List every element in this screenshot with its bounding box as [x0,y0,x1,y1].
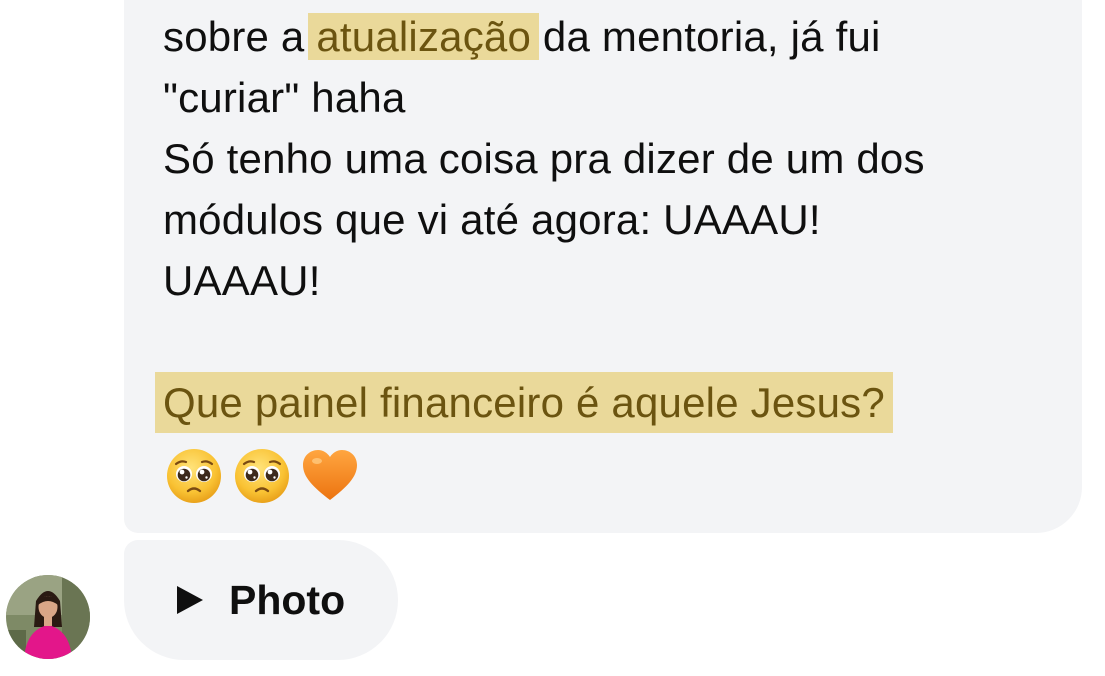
pleading-face-emoji [167,449,221,503]
avatar-image [6,575,90,659]
message-line-1-suffix: da mentoria, já fui [531,13,881,60]
message-line-5: UAAAU! [163,257,321,304]
message-line-2: "curiar" haha [163,74,406,121]
message-line-6: Que painel financeiro é aquele Jesus? [155,372,925,433]
message-text: sobre a atualização da mentoria, já fui … [155,6,925,433]
pleading-face-emoji [235,449,289,503]
play-icon [177,586,203,614]
message-line-1-prefix: sobre a [163,13,317,60]
search-highlight-sentence: Que painel financeiro é aquele Jesus? [155,372,893,433]
message-line-3: Só tenho uma coisa pra dizer de um dos [163,135,925,182]
avatar[interactable] [6,575,90,659]
photo-label: Photo [229,577,346,623]
chat-view: sobre a atualização da mentoria, já fui … [0,0,1105,676]
message-line-1: sobre a atualização da mentoria, já fui [163,6,925,67]
photo-attachment-bubble[interactable]: Photo [124,540,398,660]
search-highlight-word: atualização [308,13,540,60]
emoji-row [165,447,359,505]
orange-heart-emoji [303,450,357,500]
message-line-4: módulos que vi até agora: UAAAU! [163,196,821,243]
